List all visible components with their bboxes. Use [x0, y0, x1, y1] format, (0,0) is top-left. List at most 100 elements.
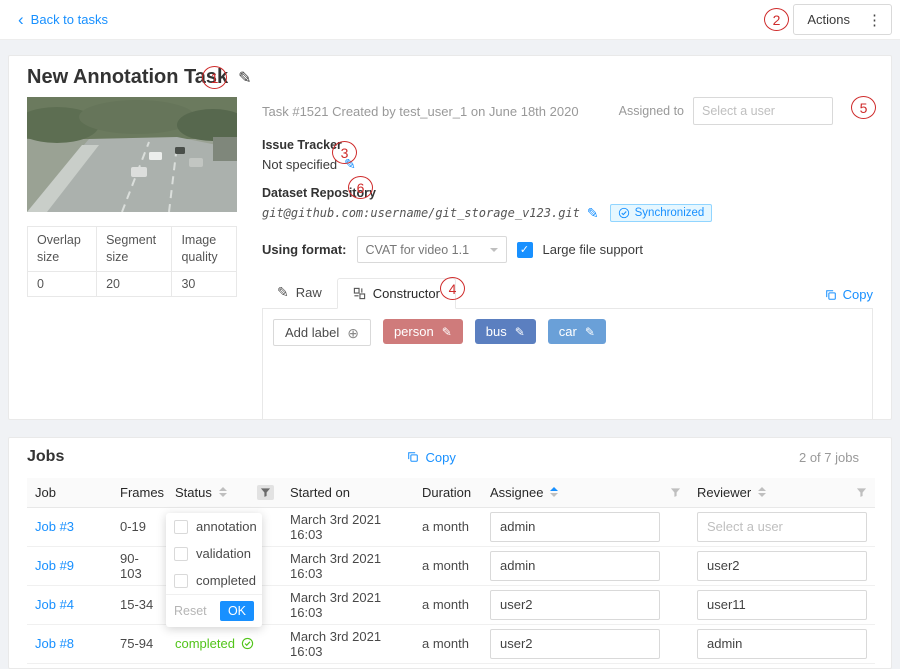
checkbox[interactable]	[174, 520, 188, 534]
edit-task-name-icon[interactable]: ✎	[238, 68, 251, 88]
param-value-segment: 20	[97, 271, 172, 296]
col-header-assignee: Assignee	[490, 485, 543, 500]
sync-check-icon	[618, 207, 630, 219]
reviewer-input[interactable]	[697, 512, 867, 542]
status-filter-dropdown: annotation validation completed Reset OK	[166, 513, 262, 627]
job-link[interactable]: Job #3	[35, 519, 74, 534]
add-label-button[interactable]: Add label ⊕	[273, 319, 371, 346]
param-value-quality: 30	[172, 271, 237, 296]
checkbox[interactable]	[174, 547, 188, 561]
param-value-overlap: 0	[28, 271, 97, 296]
filter-option-annotation[interactable]: annotation	[166, 513, 262, 540]
job-row: Job #9 90-103 March 3rd 2021 16:03 a mon…	[27, 546, 875, 585]
back-chevron-icon: ‹	[18, 11, 24, 28]
assignee-input[interactable]	[490, 512, 660, 542]
col-header-started: Started on	[282, 478, 414, 507]
copy-icon	[407, 451, 419, 463]
duration-cell: a month	[414, 585, 482, 624]
large-file-checkbox[interactable]: ✓	[517, 242, 533, 258]
status-filter-icon[interactable]	[257, 485, 274, 500]
label-chip-text: person	[394, 324, 434, 339]
task-details-card: New Annotation Task ✎	[8, 55, 892, 420]
repository-url: git@github.com:username/git_storage_v123…	[262, 206, 580, 220]
back-to-tasks-label: Back to tasks	[31, 12, 108, 27]
jobs-card: Jobs Copy 2 of 7 jobs Job Frames	[8, 437, 892, 669]
filter-option-label: completed	[196, 573, 256, 588]
frames-cell: 15-34	[112, 585, 167, 624]
col-header-duration: Duration	[414, 478, 482, 507]
back-to-tasks-link[interactable]: ‹ Back to tasks	[18, 11, 108, 28]
duration-cell: a month	[414, 546, 482, 585]
assignee-sort-control[interactable]	[550, 487, 558, 497]
jobs-copy-link[interactable]: Copy	[407, 450, 455, 465]
edit-label-icon[interactable]: ✎	[442, 325, 452, 339]
job-link[interactable]: Job #8	[35, 636, 74, 651]
dataset-repository-label: Dataset Repository	[262, 186, 873, 200]
jobs-count: 2 of 7 jobs	[799, 450, 873, 465]
started-cell: March 3rd 2021 16:03	[282, 624, 414, 663]
col-header-status: Status	[175, 485, 212, 500]
col-header-frames: Frames	[112, 478, 167, 507]
filter-option-completed[interactable]: completed	[166, 567, 262, 594]
reviewer-input[interactable]	[697, 551, 867, 581]
assignee-input[interactable]	[490, 551, 660, 581]
sync-status-label: Synchronized	[635, 207, 705, 219]
label-chip-person[interactable]: person ✎	[383, 319, 463, 344]
tab-constructor[interactable]: Constructor	[337, 278, 456, 309]
format-selected-value: CVAT for video 1.1	[366, 243, 470, 257]
task-assignee-input[interactable]	[693, 97, 833, 125]
job-link[interactable]: Job #9	[35, 558, 74, 573]
started-cell: March 3rd 2021 16:03	[282, 546, 414, 585]
tab-raw[interactable]: ✎ Raw	[262, 277, 337, 308]
page: ‹ Back to tasks Actions ⋮ New Annotation…	[0, 0, 900, 669]
plus-circle-icon: ⊕	[347, 326, 359, 340]
job-row: Job #8 75-94 completed March 3rd 2021 16…	[27, 624, 875, 663]
task-preview-image	[27, 97, 237, 212]
filter-reset-button[interactable]: Reset	[174, 604, 207, 618]
jobs-table: Job Frames Status Started on Duration	[27, 478, 875, 664]
reviewer-input[interactable]	[697, 629, 867, 659]
actions-button[interactable]: Actions ⋮	[793, 4, 892, 35]
filter-ok-button[interactable]: OK	[220, 601, 254, 621]
reviewer-input[interactable]	[697, 590, 867, 620]
constructor-tab-label: Constructor	[373, 286, 440, 301]
filter-option-validation[interactable]: validation	[166, 540, 262, 567]
duration-cell: a month	[414, 624, 482, 663]
reviewer-sort-control[interactable]	[758, 487, 766, 497]
param-header-segment: Segment size	[97, 227, 172, 272]
jobs-title: Jobs	[27, 448, 64, 466]
param-header-overlap: Overlap size	[28, 227, 97, 272]
checkbox[interactable]	[174, 574, 188, 588]
job-row: Job #4 15-34 March 3rd 2021 16:03 a mont…	[27, 585, 875, 624]
raw-tab-label: Raw	[296, 285, 322, 300]
assignee-input[interactable]	[490, 629, 660, 659]
raw-tab-icon: ✎	[277, 284, 289, 301]
edit-label-icon[interactable]: ✎	[515, 325, 525, 339]
label-chip-bus[interactable]: bus ✎	[475, 319, 536, 344]
reviewer-filter-icon[interactable]	[856, 487, 867, 498]
label-chip-text: bus	[486, 324, 507, 339]
edit-repository-icon[interactable]: ✎	[587, 205, 599, 222]
task-meta-text: Task #1521 Created by test_user_1 on Jun…	[262, 104, 579, 119]
label-chip-car[interactable]: car ✎	[548, 319, 606, 344]
task-title: New Annotation Task	[27, 66, 228, 89]
assignee-filter-icon[interactable]	[670, 487, 681, 498]
topbar: ‹ Back to tasks Actions ⋮	[0, 0, 900, 40]
edit-label-icon[interactable]: ✎	[585, 325, 595, 339]
filter-option-label: validation	[196, 546, 251, 561]
more-menu-icon: ⋮	[863, 11, 891, 29]
assignee-input[interactable]	[490, 590, 660, 620]
job-link[interactable]: Job #4	[35, 597, 74, 612]
started-cell: March 3rd 2021 16:03	[282, 507, 414, 546]
edit-issue-tracker-icon[interactable]: ✎	[344, 156, 356, 173]
format-select[interactable]: CVAT for video 1.1	[357, 236, 507, 263]
started-cell: March 3rd 2021 16:03	[282, 585, 414, 624]
param-header-quality: Image quality	[172, 227, 237, 272]
status-sort-control[interactable]	[219, 487, 227, 497]
task-parameters-table: Overlap size Segment size Image quality …	[27, 226, 237, 297]
duration-cell: a month	[414, 507, 482, 546]
labels-copy-link[interactable]: Copy	[825, 287, 873, 308]
labels-constructor-panel: Add label ⊕ person ✎ bus ✎ car ✎	[262, 309, 873, 420]
assigned-to-label: Assigned to	[619, 104, 684, 118]
filter-option-label: annotation	[196, 519, 257, 534]
